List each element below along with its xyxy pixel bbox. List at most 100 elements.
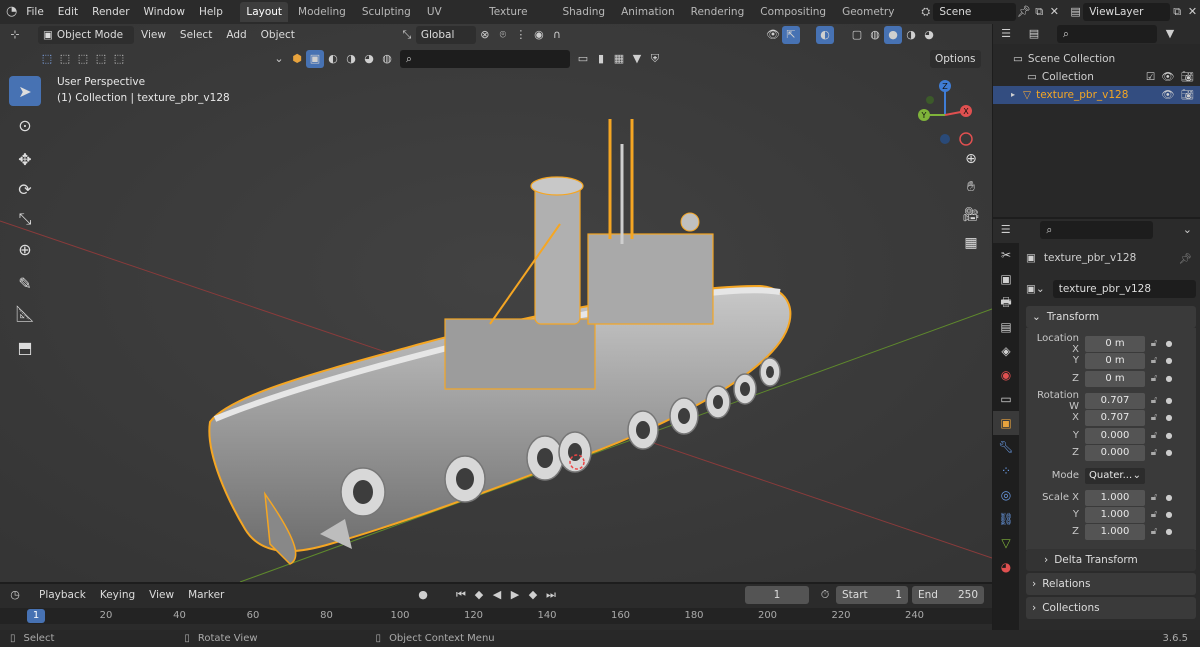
- pan-hand-icon[interactable]: ✋︎: [958, 174, 984, 200]
- falloff-icon[interactable]: ∩: [548, 26, 566, 44]
- object-type-icon[interactable]: ▣⌄: [1026, 283, 1045, 295]
- expand-arrow-icon[interactable]: ▸: [1011, 86, 1015, 104]
- tab-uv-editing[interactable]: UV Editing: [421, 2, 479, 38]
- menu-render[interactable]: Render: [85, 2, 136, 22]
- select-subtract-icon[interactable]: ⬚: [74, 50, 92, 68]
- view-layer-tab-icon[interactable]: ▤: [993, 315, 1019, 339]
- visibility-icon[interactable]: 👁︎: [764, 26, 782, 44]
- properties-editor-icon[interactable]: ☰: [997, 221, 1014, 239]
- tab-compositing[interactable]: Compositing: [754, 2, 832, 22]
- viewport-menu-select[interactable]: Select: [173, 25, 219, 45]
- material-shading-icon[interactable]: ◑: [902, 26, 920, 44]
- stopwatch-icon[interactable]: ⏱: [816, 586, 834, 604]
- shading-rendered-icon[interactable]: ◕: [360, 50, 378, 68]
- tab-geometry-nodes[interactable]: Geometry Noc: [836, 2, 912, 38]
- select-invert-icon[interactable]: ⬚: [92, 50, 110, 68]
- lock-icon[interactable]: 🔓︎: [1145, 430, 1163, 441]
- shield-icon[interactable]: ⛨: [646, 50, 664, 68]
- proportional-edit-icon[interactable]: ◉: [530, 26, 548, 44]
- record-icon[interactable]: ●: [414, 586, 432, 604]
- lock-icon[interactable]: 🔓︎: [1145, 447, 1163, 458]
- ortho-grid-icon[interactable]: ▦: [958, 230, 984, 256]
- layout-icon[interactable]: ▦: [610, 50, 628, 68]
- filter-icon[interactable]: ▼: [1161, 25, 1179, 43]
- menu-file[interactable]: File: [19, 2, 51, 22]
- world-tab-icon[interactable]: ◉: [993, 363, 1019, 387]
- new-view-layer-icon[interactable]: ⧉: [1170, 3, 1185, 21]
- select-intersect-icon[interactable]: ⬚: [110, 50, 128, 68]
- select-box-icon[interactable]: ⬚: [38, 50, 56, 68]
- camera-view-icon[interactable]: 🎥︎: [958, 202, 984, 228]
- eye-icon[interactable]: 👁︎: [1161, 68, 1174, 86]
- particles-tab-icon[interactable]: ⁘: [993, 459, 1019, 483]
- bookmark-icon[interactable]: ▮: [592, 50, 610, 68]
- next-keyframe-icon[interactable]: ◆: [524, 586, 542, 604]
- keyframe-dot-icon[interactable]: ●: [1163, 448, 1175, 457]
- rendered-shading-icon[interactable]: ◕: [920, 26, 938, 44]
- zoom-icon[interactable]: ⊕: [958, 146, 984, 172]
- keyframe-dot-icon[interactable]: ●: [1163, 493, 1175, 502]
- viewport-menu-add[interactable]: Add: [219, 25, 253, 45]
- end-frame-field[interactable]: End 250: [912, 586, 984, 604]
- prev-keyframe-icon[interactable]: ◆: [470, 586, 488, 604]
- keyframe-dot-icon[interactable]: ●: [1163, 339, 1175, 348]
- data-tab-icon[interactable]: ▽: [993, 531, 1019, 555]
- snap-icon[interactable]: ⌾: [494, 26, 512, 44]
- outliner-collection[interactable]: ▭ Collection ☑ 👁︎ 📷︎: [997, 68, 1200, 86]
- clock-editor-icon[interactable]: ◷: [6, 586, 24, 604]
- lock-icon[interactable]: 🔓︎: [1145, 526, 1163, 537]
- timeline-menu-keying[interactable]: Keying: [93, 585, 142, 605]
- play-icon[interactable]: ▶: [506, 586, 524, 604]
- scale-y-field[interactable]: 1.000: [1085, 506, 1145, 523]
- rotation-x-field[interactable]: 0.707: [1085, 409, 1145, 426]
- select-extend-icon[interactable]: ⬚: [56, 50, 74, 68]
- transform-tool-icon[interactable]: ⊕: [9, 234, 41, 264]
- gizmo-toggle-icon[interactable]: ⇱: [782, 26, 800, 44]
- keyframe-dot-icon[interactable]: ●: [1163, 510, 1175, 519]
- camera-icon[interactable]: 📷︎: [1181, 68, 1194, 86]
- mode-selector[interactable]: ▣ Object Mode: [38, 26, 134, 44]
- rotate-tool-icon[interactable]: ⟳: [9, 174, 41, 204]
- scale-x-field[interactable]: 1.000: [1085, 489, 1145, 506]
- color-attribute-icon[interactable]: ⬢: [288, 50, 306, 68]
- dropdown-icon[interactable]: ▭: [574, 50, 592, 68]
- keyframe-dot-icon[interactable]: ●: [1163, 431, 1175, 440]
- tab-animation[interactable]: Animation: [615, 2, 681, 22]
- keyframe-dot-icon[interactable]: ●: [1163, 413, 1175, 422]
- rotation-z-field[interactable]: 0.000: [1085, 444, 1145, 461]
- camera-icon[interactable]: 📷︎: [1181, 86, 1194, 104]
- output-tab-icon[interactable]: 🖶︎: [993, 291, 1019, 315]
- keyframe-dot-icon[interactable]: ●: [1163, 527, 1175, 536]
- physics-tab-icon[interactable]: ◎: [993, 483, 1019, 507]
- tool-tab-icon[interactable]: ✂: [993, 243, 1019, 267]
- outliner-search-input[interactable]: ⌕: [1057, 25, 1157, 43]
- collection-tab-icon[interactable]: ▭: [993, 387, 1019, 411]
- snap-target-icon[interactable]: ⋮: [512, 26, 530, 44]
- 3d-viewport[interactable]: ⊹ ▣ Object Mode View Select Add Object ⤡…: [0, 24, 992, 582]
- timeline-menu-playback[interactable]: Playback: [32, 585, 93, 605]
- rotation-y-field[interactable]: 0.000: [1085, 427, 1145, 444]
- annotate-tool-icon[interactable]: ✎: [9, 268, 41, 298]
- jump-end-icon[interactable]: ⏭: [542, 586, 560, 604]
- viewport-menu-object[interactable]: Object: [254, 25, 302, 45]
- delete-view-layer-icon[interactable]: ✕: [1185, 3, 1200, 21]
- lock-icon[interactable]: 🔓︎: [1145, 395, 1163, 406]
- blender-logo-icon[interactable]: ◔: [4, 3, 19, 21]
- menu-help[interactable]: Help: [192, 2, 230, 22]
- options-button[interactable]: Options: [930, 50, 981, 68]
- select-tool-icon[interactable]: ➤: [9, 76, 41, 106]
- shading-wire-icon[interactable]: ◍: [378, 50, 396, 68]
- checkbox-icon[interactable]: ☑: [1146, 68, 1155, 86]
- current-frame-field[interactable]: 1: [745, 586, 809, 604]
- display-mode-icon[interactable]: ▤: [1025, 25, 1043, 43]
- navigation-gizmo[interactable]: Z Y X: [910, 80, 980, 150]
- filter-icon[interactable]: ▼: [628, 50, 646, 68]
- new-scene-icon[interactable]: ⧉: [1032, 3, 1047, 21]
- outliner-scene-collection[interactable]: ▭ Scene Collection: [997, 50, 1200, 68]
- constraints-tab-icon[interactable]: ⛓: [993, 507, 1019, 531]
- timeline-menu-marker[interactable]: Marker: [181, 585, 231, 605]
- tab-shading[interactable]: Shading: [556, 2, 611, 22]
- pivot-icon[interactable]: ⊗: [476, 26, 494, 44]
- timeline-menu-view[interactable]: View: [142, 585, 181, 605]
- outliner-object-row[interactable]: ▸ ▽ texture_pbr_v128 👁︎ 📷︎: [993, 86, 1200, 104]
